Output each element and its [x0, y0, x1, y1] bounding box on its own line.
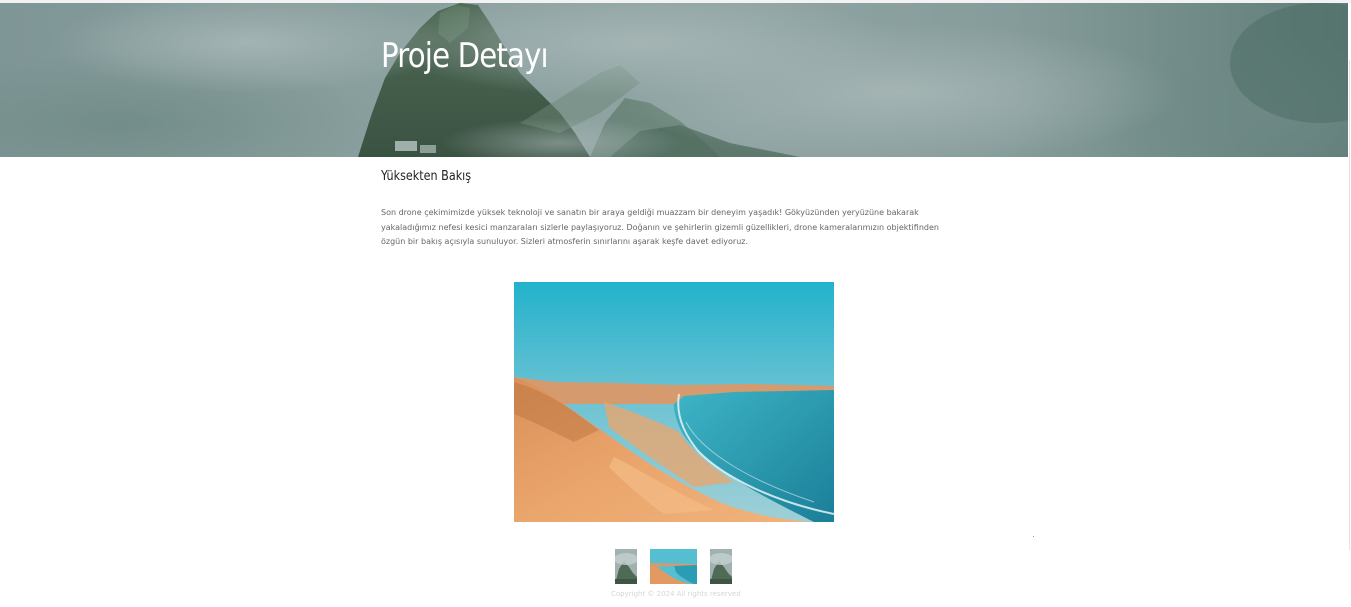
page-title: Proje Detayı — [381, 36, 549, 76]
desert-coast-image — [514, 282, 834, 522]
misty-mountain-thumbnail — [710, 549, 732, 584]
hero-background-image — [0, 3, 1348, 157]
decorative-dot — [1033, 536, 1034, 537]
project-section-title: Yüksekten Bakış — [381, 169, 472, 184]
project-description: Son drone çekimimizde yüksek teknoloji v… — [381, 208, 939, 246]
copyright-text: Copyright © 2024 All rights reserved — [611, 590, 741, 598]
gallery-main-image — [514, 282, 834, 522]
page: Proje Detayı Yüksekten Bakış Son drone ç… — [0, 0, 1351, 607]
gallery-thumbnail-1[interactable] — [615, 549, 637, 584]
scrollbar-thumb[interactable] — [1349, 60, 1350, 550]
gallery-thumbnail-2[interactable] — [650, 549, 697, 584]
hero-banner: Proje Detayı — [0, 3, 1348, 157]
gallery-thumbnail-3[interactable] — [710, 549, 732, 584]
misty-mountain-thumbnail — [615, 549, 637, 584]
desert-coast-thumbnail — [650, 549, 697, 584]
